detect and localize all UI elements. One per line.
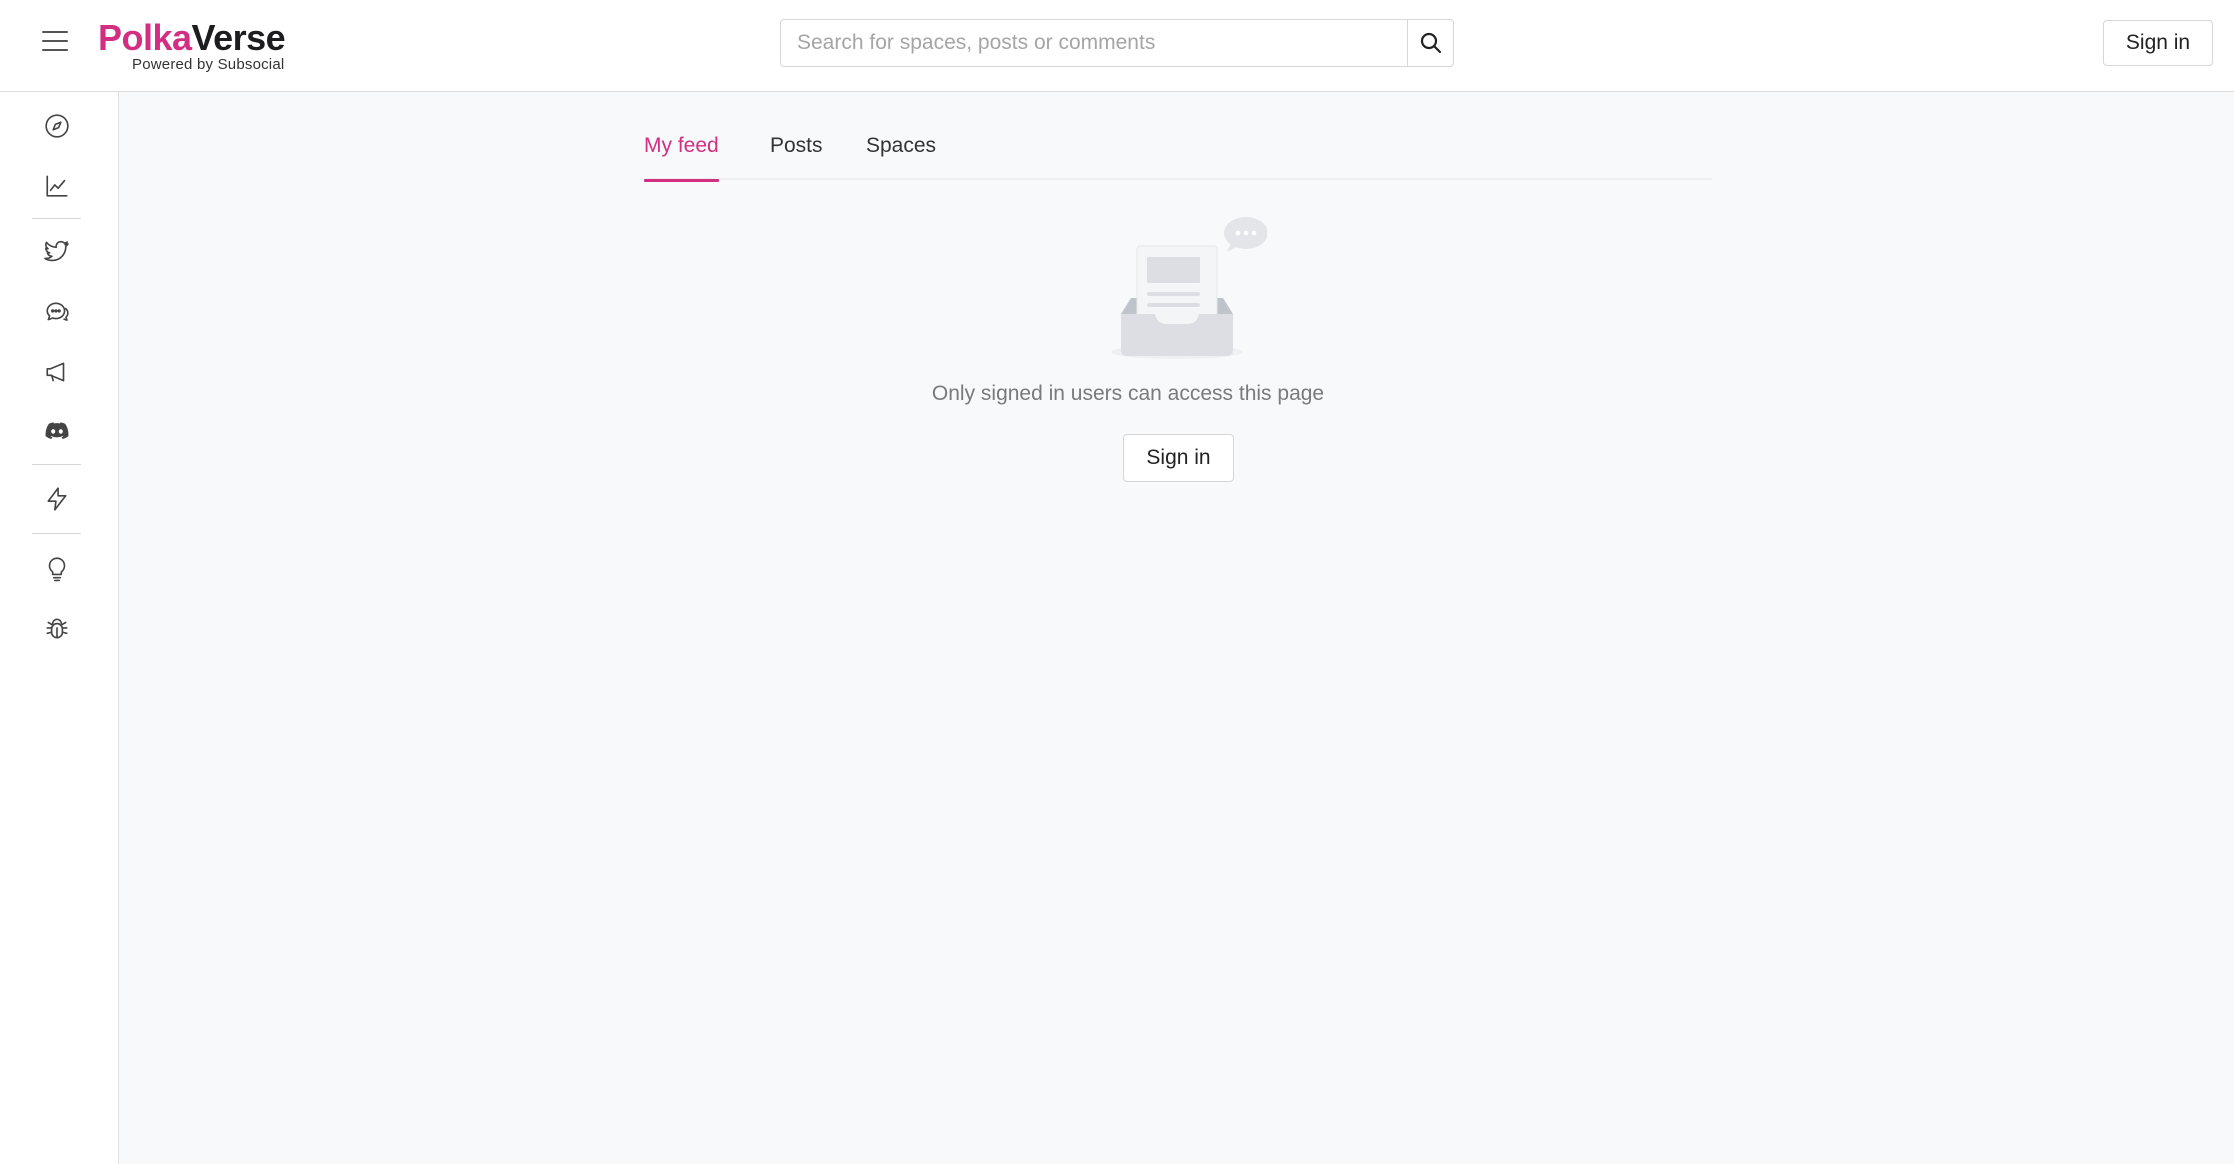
logo-tagline: Powered by Subsocial bbox=[132, 56, 285, 73]
megaphone-icon bbox=[46, 362, 65, 382]
hamburger-menu-icon[interactable] bbox=[42, 31, 68, 55]
tab-label: Posts bbox=[770, 134, 823, 157]
tab-posts[interactable]: Posts bbox=[770, 126, 823, 180]
logo-polka: Polka bbox=[98, 17, 192, 58]
lightbulb-icon bbox=[48, 557, 66, 582]
tab-my-feed[interactable]: My feed bbox=[644, 126, 719, 182]
search-button[interactable] bbox=[1407, 19, 1454, 67]
logo-verse: Verse bbox=[191, 17, 286, 58]
twitter-icon bbox=[44, 240, 69, 262]
feed-tabs: My feed Posts Spaces bbox=[644, 126, 1712, 182]
line-chart-icon bbox=[46, 175, 68, 197]
top-header: PolkaVerse Powered by Subsocial Sign in bbox=[0, 0, 2234, 92]
sign-in-button[interactable]: Sign in bbox=[1123, 434, 1234, 482]
sidebar-item-energy[interactable] bbox=[42, 484, 72, 514]
sidebar-item-stats[interactable] bbox=[42, 171, 72, 201]
compass-icon bbox=[45, 114, 69, 138]
sidebar-divider bbox=[32, 464, 81, 465]
lightning-icon bbox=[47, 487, 67, 511]
discord-icon bbox=[45, 422, 69, 440]
header-sign-in-button[interactable]: Sign in bbox=[2103, 20, 2213, 66]
sidebar-item-discord[interactable] bbox=[42, 416, 72, 446]
tab-spaces[interactable]: Spaces bbox=[866, 126, 936, 180]
tab-label: Spaces bbox=[866, 134, 937, 157]
sidebar-item-bug-report[interactable] bbox=[42, 614, 72, 644]
search-input[interactable] bbox=[780, 19, 1408, 67]
chat-bubbles-icon bbox=[46, 302, 69, 321]
sidebar-item-ideas[interactable] bbox=[42, 554, 72, 584]
sidebar-item-explore[interactable] bbox=[42, 111, 72, 141]
sidebar-item-chat[interactable] bbox=[42, 297, 72, 327]
empty-inbox-icon bbox=[1111, 217, 1267, 359]
logo-wordmark: PolkaVerse bbox=[98, 17, 286, 58]
left-sidebar bbox=[0, 92, 119, 1164]
active-tab-indicator bbox=[644, 179, 719, 182]
bug-icon bbox=[46, 618, 68, 639]
sidebar-divider bbox=[32, 218, 81, 219]
brand-logo[interactable]: PolkaVerse Powered by Subsocial bbox=[98, 17, 286, 74]
tab-label: My feed bbox=[644, 134, 719, 157]
search-icon bbox=[1420, 32, 1441, 54]
search-bar bbox=[780, 19, 1454, 67]
sidebar-item-announcements[interactable] bbox=[42, 357, 72, 387]
sidebar-divider bbox=[32, 533, 81, 534]
sidebar-item-twitter[interactable] bbox=[42, 237, 72, 267]
empty-state-message: Only signed in users can access this pag… bbox=[931, 382, 1325, 405]
